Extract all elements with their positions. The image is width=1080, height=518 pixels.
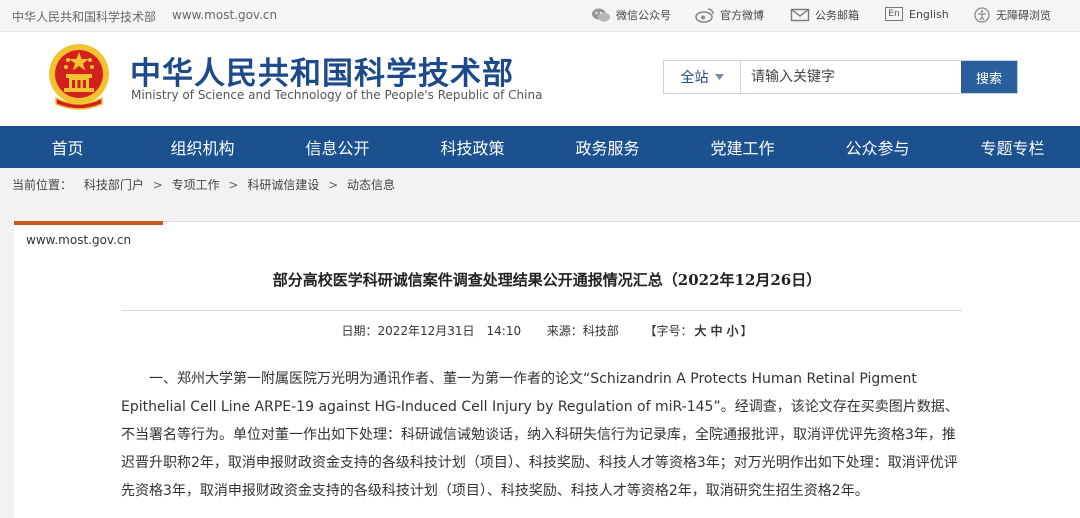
nav-item-policy[interactable]: 科技政策: [405, 126, 540, 168]
national-emblem-icon[interactable]: [44, 38, 114, 114]
top-site-url[interactable]: www.most.gov.cn: [172, 8, 277, 22]
card-accent-bar: [14, 221, 163, 225]
site-header: 中华人民共和国科学技术部 Ministry of Science and Tec…: [0, 32, 1080, 126]
source-label: 来源：: [546, 324, 583, 338]
accessibility-label: 无障碍浏览: [996, 9, 1051, 22]
breadcrumb-separator: >: [228, 178, 239, 192]
font-size-close: 】: [740, 324, 753, 338]
article-source-url: www.most.gov.cn: [26, 233, 132, 247]
mail-label: 公务邮箱: [815, 9, 859, 22]
nav-item-info-disclosure[interactable]: 信息公开: [270, 126, 405, 168]
weibo-link[interactable]: 官方微博: [695, 7, 764, 23]
font-size-large-button[interactable]: 大: [694, 324, 706, 338]
date-label: 日期：: [341, 324, 378, 338]
nav-item-organization[interactable]: 组织机构: [135, 126, 270, 168]
wechat-link[interactable]: 微信公众号: [591, 7, 671, 23]
search-button[interactable]: 搜索: [961, 61, 1017, 93]
accessibility-link[interactable]: 无障碍浏览: [973, 7, 1051, 23]
nav-item-public[interactable]: 公众参与: [810, 126, 945, 168]
article-card: www.most.gov.cn 部分高校医学科研诚信案件调查处理结果公开通报情况…: [14, 221, 1080, 518]
wechat-label: 微信公众号: [616, 9, 671, 22]
top-utility-bar: 中华人民共和国科学技术部 www.most.gov.cn 微信公众号 官方微博 …: [0, 0, 1080, 32]
breadcrumb: 当前位置： 科技部门户 > 专项工作 > 科研诚信建设 > 动态信息: [12, 176, 395, 193]
breadcrumb-separator: >: [152, 178, 163, 192]
search-bar: 全站 搜索: [663, 60, 1018, 94]
search-scope-label: 全站: [680, 70, 709, 86]
mail-icon: [790, 8, 810, 22]
main-nav: 首页 组织机构 信息公开 科技政策 政务服务 党建工作 公众参与 专题专栏: [0, 126, 1080, 168]
article-date: 2022年12月31日 14:10: [377, 324, 522, 338]
english-link[interactable]: En English: [885, 7, 949, 21]
caret-down-icon: [714, 74, 724, 80]
top-site-name[interactable]: 中华人民共和国科学技术部: [12, 8, 156, 25]
article-meta: 日期：2022年12月31日 14:10 来源：科技部 【字号：大中小】: [14, 322, 1080, 339]
font-size-small-button[interactable]: 小: [727, 324, 739, 338]
site-title-en: Ministry of Science and Technology of th…: [131, 88, 543, 102]
nav-item-services[interactable]: 政务服务: [540, 126, 675, 168]
article-source: 科技部: [582, 324, 619, 338]
site-title-cn[interactable]: 中华人民共和国科学技术部: [130, 48, 514, 93]
accessibility-icon: [974, 7, 990, 23]
weibo-label: 官方微博: [720, 9, 764, 22]
breadcrumb-item[interactable]: 专项工作: [172, 178, 220, 192]
wechat-icon: [592, 8, 610, 22]
nav-item-party[interactable]: 党建工作: [675, 126, 810, 168]
nav-item-home[interactable]: 首页: [0, 126, 135, 168]
font-size-label: 【字号：: [644, 324, 693, 338]
mail-link[interactable]: 公务邮箱: [790, 7, 859, 23]
breadcrumb-lead: 当前位置：: [12, 178, 73, 192]
breadcrumb-separator: >: [328, 178, 339, 192]
title-divider: [122, 310, 962, 311]
breadcrumb-item[interactable]: 动态信息: [347, 178, 395, 192]
english-label: English: [909, 7, 949, 21]
search-scope-select[interactable]: 全站: [664, 61, 741, 93]
nav-item-topics[interactable]: 专题专栏: [945, 126, 1080, 168]
breadcrumb-item[interactable]: 科研诚信建设: [247, 178, 319, 192]
weibo-icon: [695, 8, 714, 23]
article-title: 部分高校医学科研诚信案件调查处理结果公开通报情况汇总（2022年12月26日）: [272, 271, 822, 289]
font-size-medium-button[interactable]: 中: [711, 324, 723, 338]
search-input[interactable]: [741, 61, 961, 93]
breadcrumb-item[interactable]: 科技部门户: [84, 178, 144, 192]
english-icon: En: [885, 7, 903, 21]
article-paragraph: 一、郑州大学第一附属医院万光明为通讯作者、董一为第一作者的论文“Schizand…: [121, 371, 959, 499]
